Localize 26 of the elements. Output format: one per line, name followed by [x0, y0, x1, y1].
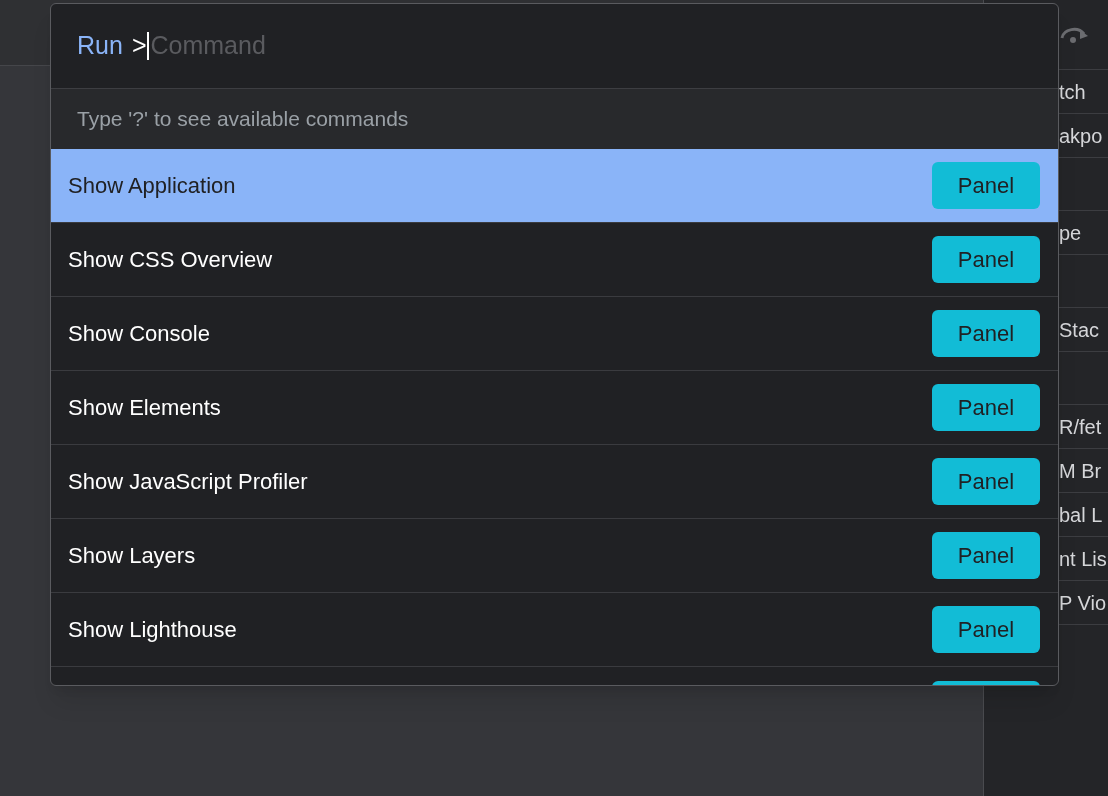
- hint-text: Type '?' to see available commands: [77, 106, 409, 133]
- run-prefix: Run: [77, 30, 123, 62]
- panel-badge: Panel: [932, 606, 1040, 653]
- command-item[interactable]: Show Layers Panel: [51, 519, 1058, 593]
- command-item[interactable]: Show JavaScript Profiler Panel: [51, 445, 1058, 519]
- sidebar-item[interactable]: bal L: [1059, 499, 1103, 530]
- sidebar-item[interactable]: Stac: [1059, 314, 1100, 345]
- command-item[interactable]: Show Application Panel: [51, 149, 1058, 223]
- sidebar-item[interactable]: R/fet: [1059, 411, 1102, 442]
- panel-badge: Panel: [932, 384, 1040, 431]
- panel-badge: Panel: [932, 162, 1040, 209]
- sidebar-item[interactable]: akpo: [1059, 120, 1103, 151]
- sidebar-item[interactable]: nt Lis: [1059, 543, 1107, 574]
- sidebar-item[interactable]: M Br: [1059, 455, 1102, 486]
- command-item[interactable]: Show CSS Overview Panel: [51, 223, 1058, 297]
- panel-badge: Panel: [932, 458, 1040, 505]
- panel-badge: Panel: [932, 532, 1040, 579]
- panel-badge: Panel: [932, 310, 1040, 357]
- command-item[interactable]: Show Console Panel: [51, 297, 1058, 371]
- sidebar-item[interactable]: P Vio: [1059, 587, 1107, 618]
- command-input[interactable]: > Command: [131, 27, 266, 65]
- command-item[interactable]: Show Lighthouse Panel: [51, 593, 1058, 667]
- sidebar-item[interactable]: tch: [1059, 76, 1086, 107]
- sidebar-item[interactable]: pe: [1059, 217, 1082, 248]
- command-item[interactable]: Show Elements Panel: [51, 371, 1058, 445]
- panel-badge: Panel: [932, 236, 1040, 283]
